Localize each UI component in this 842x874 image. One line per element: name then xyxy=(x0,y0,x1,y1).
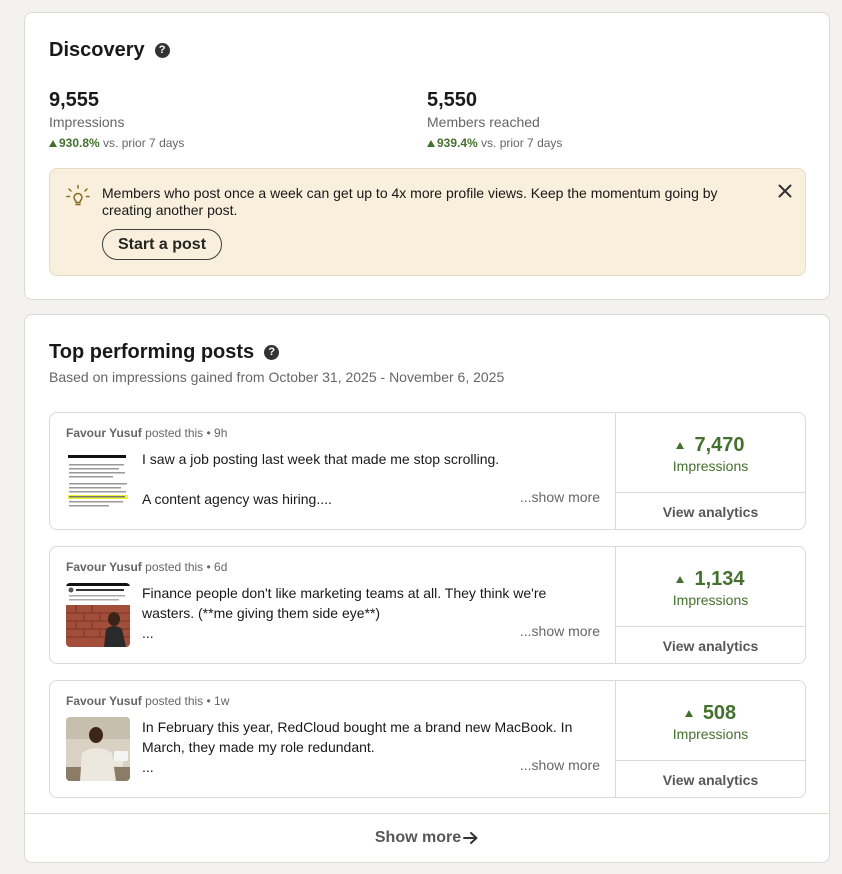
impressions-change: 930.8% vs. prior 7 days xyxy=(49,134,184,152)
members-reached-change: 939.4% vs. prior 7 days xyxy=(427,134,562,152)
members-reached-label: Members reached xyxy=(427,114,540,130)
post-row: Favour Yusuf posted this • 9h I saw a jo… xyxy=(49,412,806,530)
view-analytics-button[interactable]: View analytics xyxy=(616,627,805,663)
top-posts-card: Top performing posts ? Based on impressi… xyxy=(24,314,830,863)
tip-banner: Members who post once a week can get up … xyxy=(49,168,806,276)
post-impressions: 508 Impressions xyxy=(616,681,805,761)
members-reached-change-suffix: vs. prior 7 days xyxy=(481,136,563,150)
post-impressions-value: 7,470 xyxy=(616,433,805,457)
start-a-post-button[interactable]: Start a post xyxy=(102,229,223,260)
up-arrow-icon xyxy=(676,441,685,449)
post-impressions-value: 1,134 xyxy=(616,567,805,591)
post-text-line: I saw a job posting last week that made … xyxy=(142,451,500,467)
up-arrow-icon xyxy=(49,139,57,147)
post-impressions-label: Impressions xyxy=(672,592,749,608)
post-row: Favour Yusuf posted this • 6d Finance pe… xyxy=(49,546,806,664)
show-more-button[interactable]: Show more xyxy=(25,813,829,862)
post-impressions-label: Impressions xyxy=(672,458,749,474)
impressions-number: 7,470 xyxy=(694,434,745,456)
post-show-more-link[interactable]: ...show more xyxy=(515,757,600,773)
question-circle-icon[interactable]: ? xyxy=(264,345,280,360)
post-impressions: 7,470 Impressions xyxy=(616,413,805,493)
post-meta: Favour Yusuf posted this • 6d xyxy=(66,560,227,574)
discovery-card: Discovery ? 9,555 Impressions 930.8% vs.… xyxy=(24,12,830,300)
post-author[interactable]: Favour Yusuf xyxy=(66,426,142,440)
post-text-line: Finance people don't like marketing team… xyxy=(142,585,547,601)
impressions-change-suffix: vs. prior 7 days xyxy=(103,136,185,150)
post-preview[interactable]: Favour Yusuf posted this • 1w In Februar… xyxy=(50,681,616,797)
show-more-label: Show more xyxy=(374,829,462,846)
impressions-change-percent: 930.8% xyxy=(59,136,100,150)
post-impressions-value: 508 xyxy=(616,701,805,725)
post-thumbnail[interactable] xyxy=(66,717,130,781)
post-preview[interactable]: Favour Yusuf posted this • 6d Finance pe… xyxy=(50,547,616,663)
members-reached-change-percent: 939.4% xyxy=(437,136,478,150)
post-show-more-link[interactable]: ...show more xyxy=(515,489,600,505)
post-time: posted this • 1w xyxy=(145,694,230,708)
impressions-metric: 9,555 Impressions 930.8% vs. prior 7 day… xyxy=(49,88,184,152)
view-analytics-button[interactable]: View analytics xyxy=(616,493,805,529)
discovery-title: Discovery ? xyxy=(49,39,170,62)
post-text-line: wasters. (**me giving them side eye**) xyxy=(142,605,381,621)
discovery-title-text: Discovery xyxy=(49,39,145,61)
arrow-right-icon xyxy=(463,831,479,845)
post-author[interactable]: Favour Yusuf xyxy=(66,560,142,574)
impressions-number: 1,134 xyxy=(694,568,745,590)
top-posts-title: Top performing posts ? xyxy=(49,341,280,364)
post-impressions: 1,134 Impressions xyxy=(616,547,805,627)
post-time: posted this • 6d xyxy=(145,560,228,574)
members-reached-metric: 5,550 Members reached 939.4% vs. prior 7… xyxy=(427,88,562,152)
post-impressions-label: Impressions xyxy=(672,726,749,742)
impressions-number: 508 xyxy=(702,702,737,724)
up-arrow-icon xyxy=(684,709,693,717)
post-thumbnail[interactable] xyxy=(66,583,130,647)
post-row: Favour Yusuf posted this • 1w In Februar… xyxy=(49,680,806,798)
post-time: posted this • 9h xyxy=(145,426,228,440)
close-tip-button[interactable] xyxy=(775,181,795,201)
post-meta: Favour Yusuf posted this • 9h xyxy=(66,426,227,440)
post-text-line: March, they made my role redundant. xyxy=(142,739,375,755)
post-meta: Favour Yusuf posted this • 1w xyxy=(66,694,229,708)
top-posts-subtitle: Based on impressions gained from October… xyxy=(49,369,505,385)
question-circle-icon[interactable]: ? xyxy=(154,43,170,58)
post-text-line xyxy=(142,469,582,489)
members-reached-value: 5,550 xyxy=(427,89,478,111)
post-text-line: In February this year, RedCloud bought m… xyxy=(142,719,573,735)
impressions-value: 9,555 xyxy=(49,89,100,111)
post-show-more-link[interactable]: ...show more xyxy=(515,623,600,639)
post-author[interactable]: Favour Yusuf xyxy=(66,694,142,708)
top-posts-title-text: Top performing posts xyxy=(49,341,255,363)
close-icon xyxy=(778,184,792,198)
tip-text: Members who post once a week can get up … xyxy=(102,185,718,218)
post-stats: 508 Impressions View analytics xyxy=(616,681,805,797)
post-thumbnail[interactable] xyxy=(66,449,130,513)
up-arrow-icon xyxy=(427,139,435,147)
impressions-label: Impressions xyxy=(49,114,125,130)
post-preview[interactable]: Favour Yusuf posted this • 9h I saw a jo… xyxy=(50,413,616,529)
view-analytics-button[interactable]: View analytics xyxy=(616,761,805,797)
lightbulb-icon xyxy=(66,184,90,208)
post-stats: 7,470 Impressions View analytics xyxy=(616,413,805,529)
post-stats: 1,134 Impressions View analytics xyxy=(616,547,805,663)
up-arrow-icon xyxy=(676,575,685,583)
